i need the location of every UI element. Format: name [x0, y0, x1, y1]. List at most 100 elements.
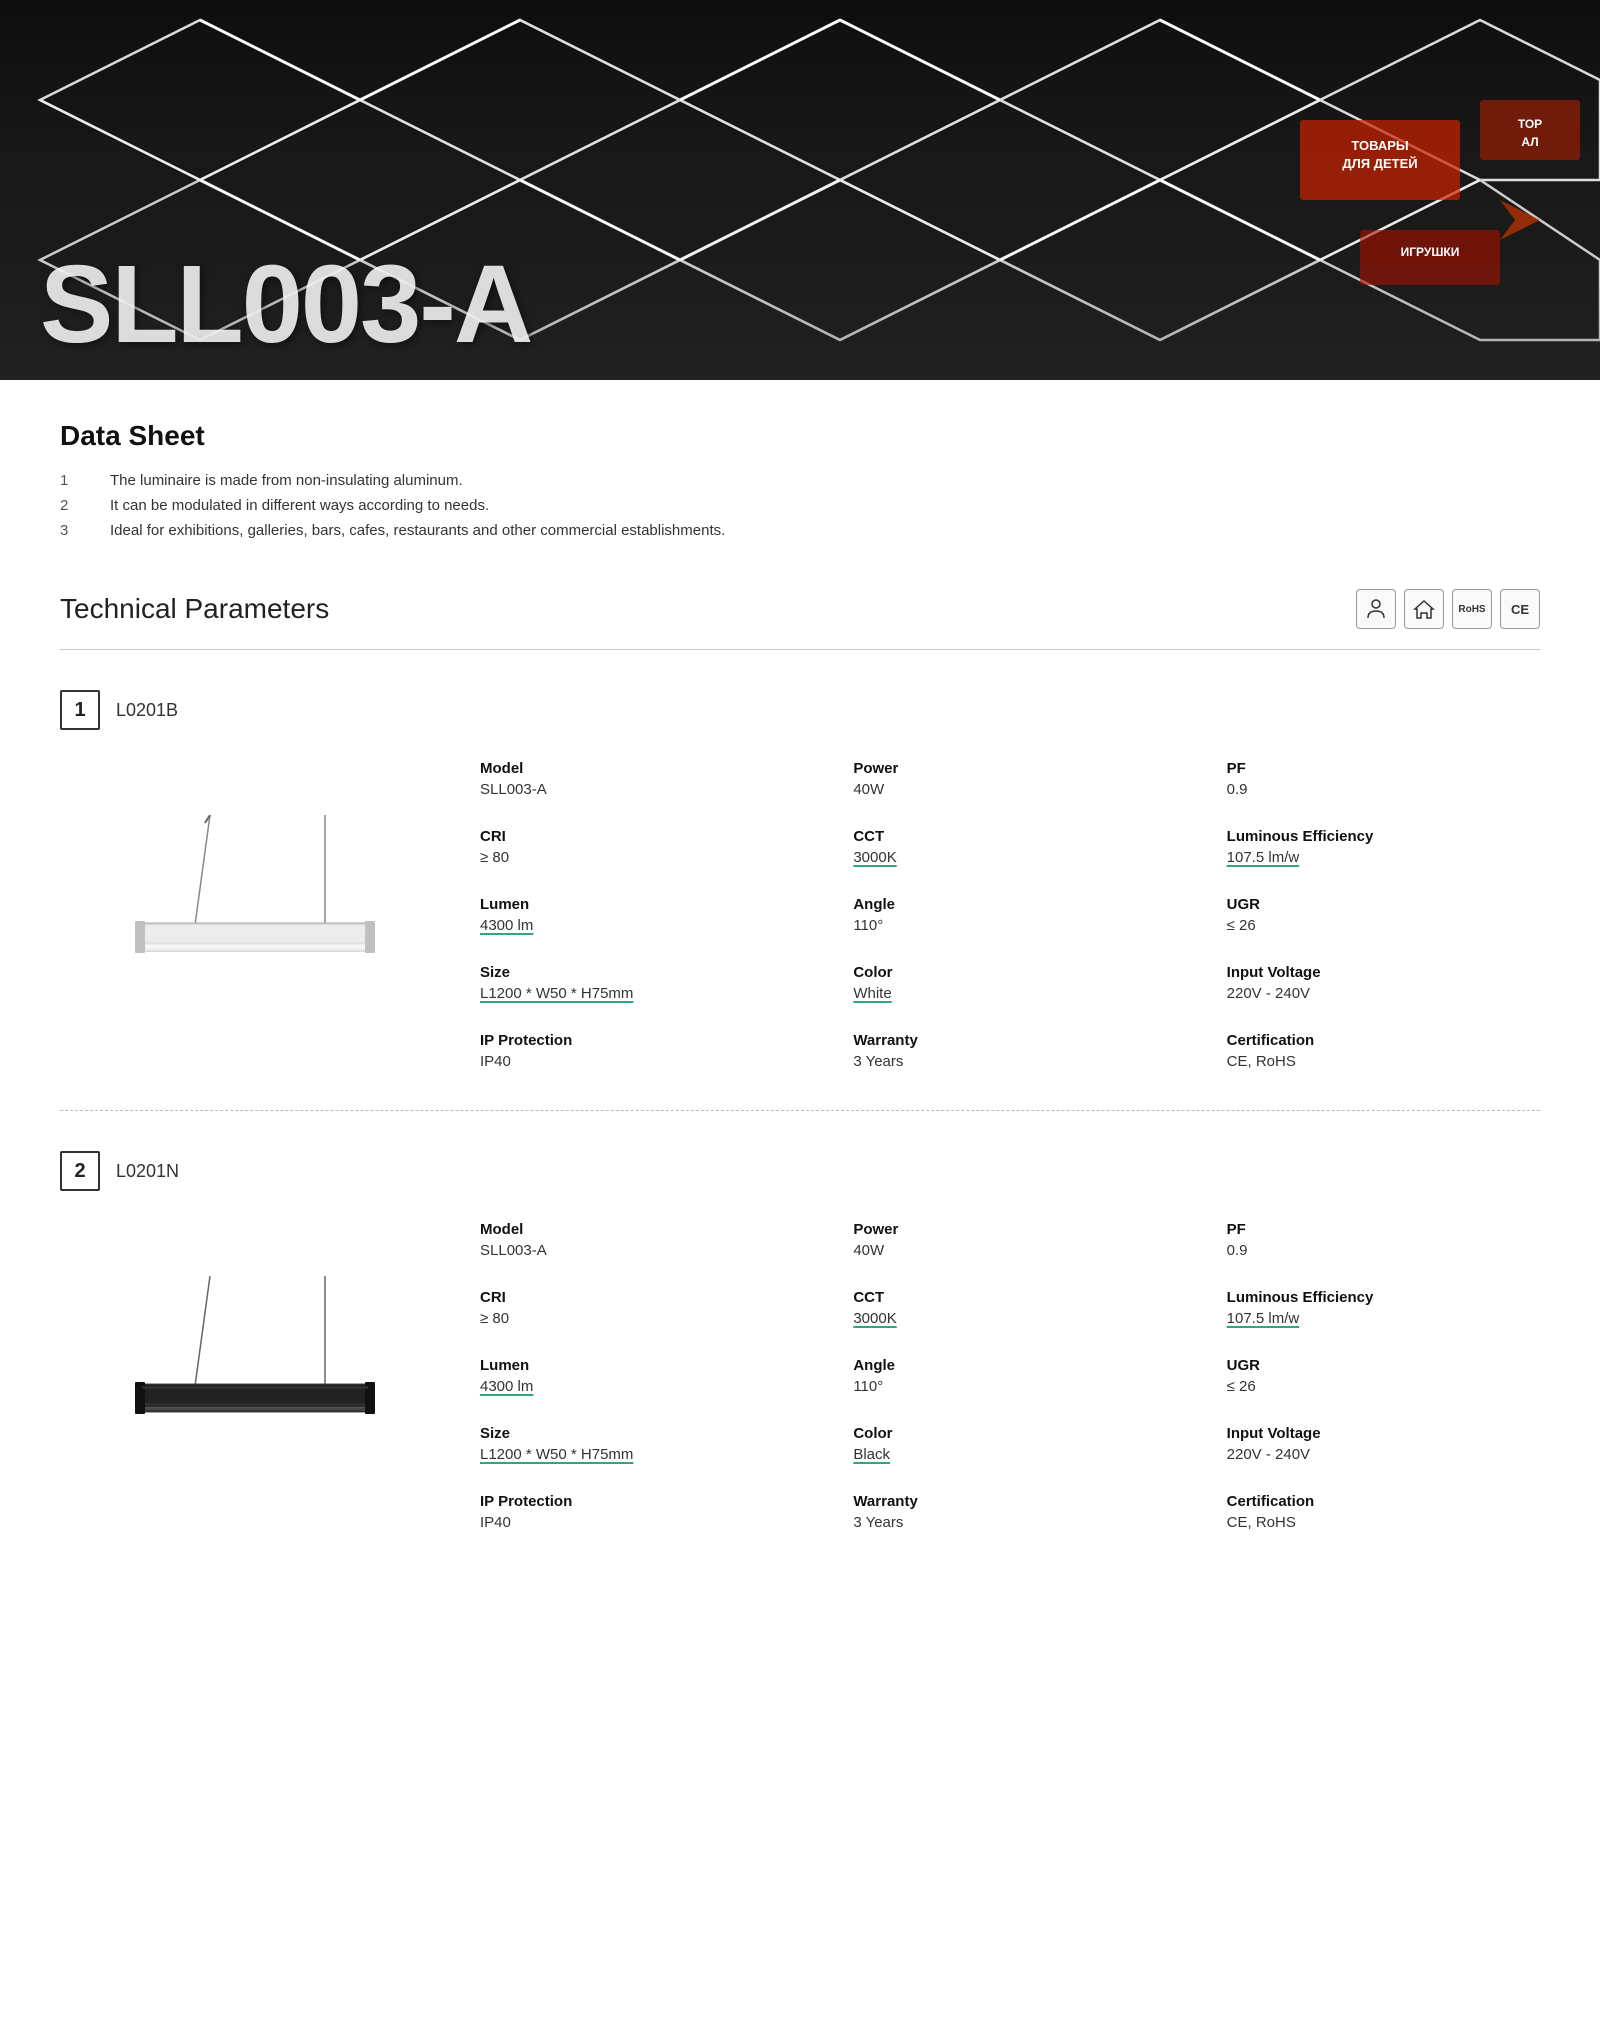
param-cct: CCT 3000K — [853, 828, 1166, 866]
param-2-warranty: Warranty 3 Years — [853, 1493, 1166, 1531]
main-divider — [60, 649, 1540, 650]
feature-text-3: Ideal for exhibitions, galleries, bars, … — [110, 522, 725, 539]
param-2-cri-value: ≥ 80 — [480, 1310, 793, 1327]
param-color-value: White — [853, 985, 1166, 1002]
param-2-model-label: Model — [480, 1221, 793, 1238]
param-warranty: Warranty 3 Years — [853, 1032, 1166, 1070]
param-lum-eff-label: Luminous Efficiency — [1227, 828, 1540, 845]
param-2-size-label: Size — [480, 1425, 793, 1442]
param-ugr: UGR ≤ 26 — [1227, 896, 1540, 934]
param-2-warranty-value: 3 Years — [853, 1514, 1166, 1531]
param-warranty-label: Warranty — [853, 1032, 1166, 1049]
param-2-voltage: Input Voltage 220V - 240V — [1227, 1425, 1540, 1463]
param-lumen: Lumen 4300 lm — [480, 896, 793, 934]
product-2-image — [60, 1221, 440, 1531]
product-2-model-id: L0201N — [116, 1161, 179, 1182]
param-pf-value: 0.9 — [1227, 781, 1540, 798]
param-2-color: Color Black — [853, 1425, 1166, 1463]
product-1-params-grid: Model SLL003-A Power 40W PF 0.9 CRI ≥ 80 — [480, 760, 1540, 1070]
param-2-ugr: UGR ≤ 26 — [1227, 1357, 1540, 1395]
param-lumen-value: 4300 lm — [480, 917, 793, 934]
product-2-content: Model SLL003-A Power 40W PF 0.9 CRI ≥ 80 — [60, 1221, 1540, 1531]
param-2-lumen-label: Lumen — [480, 1357, 793, 1374]
param-angle: Angle 110° — [853, 896, 1166, 934]
param-size-value: L1200 * W50 * H75mm — [480, 985, 793, 1002]
product-1-image — [60, 760, 440, 1070]
product-section-1: 1 L0201B — [60, 690, 1540, 1070]
param-size: Size L1200 * W50 * H75mm — [480, 964, 793, 1002]
param-cri-label: CRI — [480, 828, 793, 845]
param-2-cri-label: CRI — [480, 1289, 793, 1306]
product-section-2: 2 L0201N — [60, 1151, 1540, 1531]
param-2-angle: Angle 110° — [853, 1357, 1166, 1395]
param-2-lum-eff-value: 107.5 lm/w — [1227, 1310, 1540, 1327]
cert-icon-rohs: RoHS — [1452, 589, 1492, 629]
param-2-cct-label: CCT — [853, 1289, 1166, 1306]
product-2-num: 2 — [74, 1160, 85, 1183]
param-2-color-label: Color — [853, 1425, 1166, 1442]
product-1-content: Model SLL003-A Power 40W PF 0.9 CRI ≥ 80 — [60, 760, 1540, 1070]
param-cert: Certification CE, RoHS — [1227, 1032, 1540, 1070]
param-2-size-value: L1200 * W50 * H75mm — [480, 1446, 793, 1463]
feature-1: 1 The luminaire is made from non-insulat… — [60, 472, 1540, 489]
feature-text-2: It can be modulated in different ways ac… — [110, 497, 489, 514]
product-1-fixture-svg — [80, 815, 420, 1015]
param-ip-label: IP Protection — [480, 1032, 793, 1049]
param-model-label: Model — [480, 760, 793, 777]
param-2-model-value: SLL003-A — [480, 1242, 793, 1259]
param-pf: PF 0.9 — [1227, 760, 1540, 798]
cert-icons-group: RoHS CE — [1356, 589, 1540, 629]
param-voltage-label: Input Voltage — [1227, 964, 1540, 981]
param-color: Color White — [853, 964, 1166, 1002]
cert-icon-home — [1404, 589, 1444, 629]
param-2-warranty-label: Warranty — [853, 1493, 1166, 1510]
param-lum-eff-value: 107.5 lm/w — [1227, 849, 1540, 866]
data-sheet-section: Data Sheet 1 The luminaire is made from … — [60, 420, 1540, 539]
param-2-color-value: Black — [853, 1446, 1166, 1463]
param-ugr-value: ≤ 26 — [1227, 917, 1540, 934]
product-1-model-id: L0201B — [116, 700, 178, 721]
param-2-power-value: 40W — [853, 1242, 1166, 1259]
param-2-lumen: Lumen 4300 lm — [480, 1357, 793, 1395]
param-2-ip: IP Protection IP40 — [480, 1493, 793, 1531]
param-2-voltage-label: Input Voltage — [1227, 1425, 1540, 1442]
param-cri: CRI ≥ 80 — [480, 828, 793, 866]
param-2-pf-label: PF — [1227, 1221, 1540, 1238]
param-lumen-label: Lumen — [480, 896, 793, 913]
param-2-ip-label: IP Protection — [480, 1493, 793, 1510]
param-2-pf-value: 0.9 — [1227, 1242, 1540, 1259]
param-2-lum-eff-label: Luminous Efficiency — [1227, 1289, 1540, 1306]
param-model-value: SLL003-A — [480, 781, 793, 798]
param-cri-value: ≥ 80 — [480, 849, 793, 866]
param-2-cert-label: Certification — [1227, 1493, 1540, 1510]
hero-section: ТОВАРЫ ДЛЯ ДЕТЕЙ ТОР АЛ ИГРУШКИ — [0, 0, 1600, 380]
param-lum-eff: Luminous Efficiency 107.5 lm/w — [1227, 828, 1540, 866]
param-power-value: 40W — [853, 781, 1166, 798]
product-1-num: 1 — [74, 699, 85, 722]
features-list: 1 The luminaire is made from non-insulat… — [60, 472, 1540, 539]
param-cert-label: Certification — [1227, 1032, 1540, 1049]
cert-icon-person — [1356, 589, 1396, 629]
param-2-voltage-value: 220V - 240V — [1227, 1446, 1540, 1463]
param-2-lumen-value: 4300 lm — [480, 1378, 793, 1395]
param-2-cct: CCT 3000K — [853, 1289, 1166, 1327]
param-power-label: Power — [853, 760, 1166, 777]
param-2-ugr-value: ≤ 26 — [1227, 1378, 1540, 1395]
product-1-header: 1 L0201B — [60, 690, 1540, 730]
param-power: Power 40W — [853, 760, 1166, 798]
cert-icon-ce: CE — [1500, 589, 1540, 629]
feature-text-1: The luminaire is made from non-insulatin… — [110, 472, 463, 489]
param-2-cct-value: 3000K — [853, 1310, 1166, 1327]
param-angle-value: 110° — [853, 917, 1166, 934]
param-cct-value: 3000K — [853, 849, 1166, 866]
feature-num-3: 3 — [60, 522, 110, 539]
param-2-pf: PF 0.9 — [1227, 1221, 1540, 1259]
param-voltage-value: 220V - 240V — [1227, 985, 1540, 1002]
feature-num-1: 1 — [60, 472, 110, 489]
param-angle-label: Angle — [853, 896, 1166, 913]
param-2-model: Model SLL003-A — [480, 1221, 793, 1259]
param-2-angle-value: 110° — [853, 1378, 1166, 1395]
product-2-fixture-svg — [80, 1276, 420, 1476]
param-2-cert-value: CE, RoHS — [1227, 1514, 1540, 1531]
param-color-label: Color — [853, 964, 1166, 981]
